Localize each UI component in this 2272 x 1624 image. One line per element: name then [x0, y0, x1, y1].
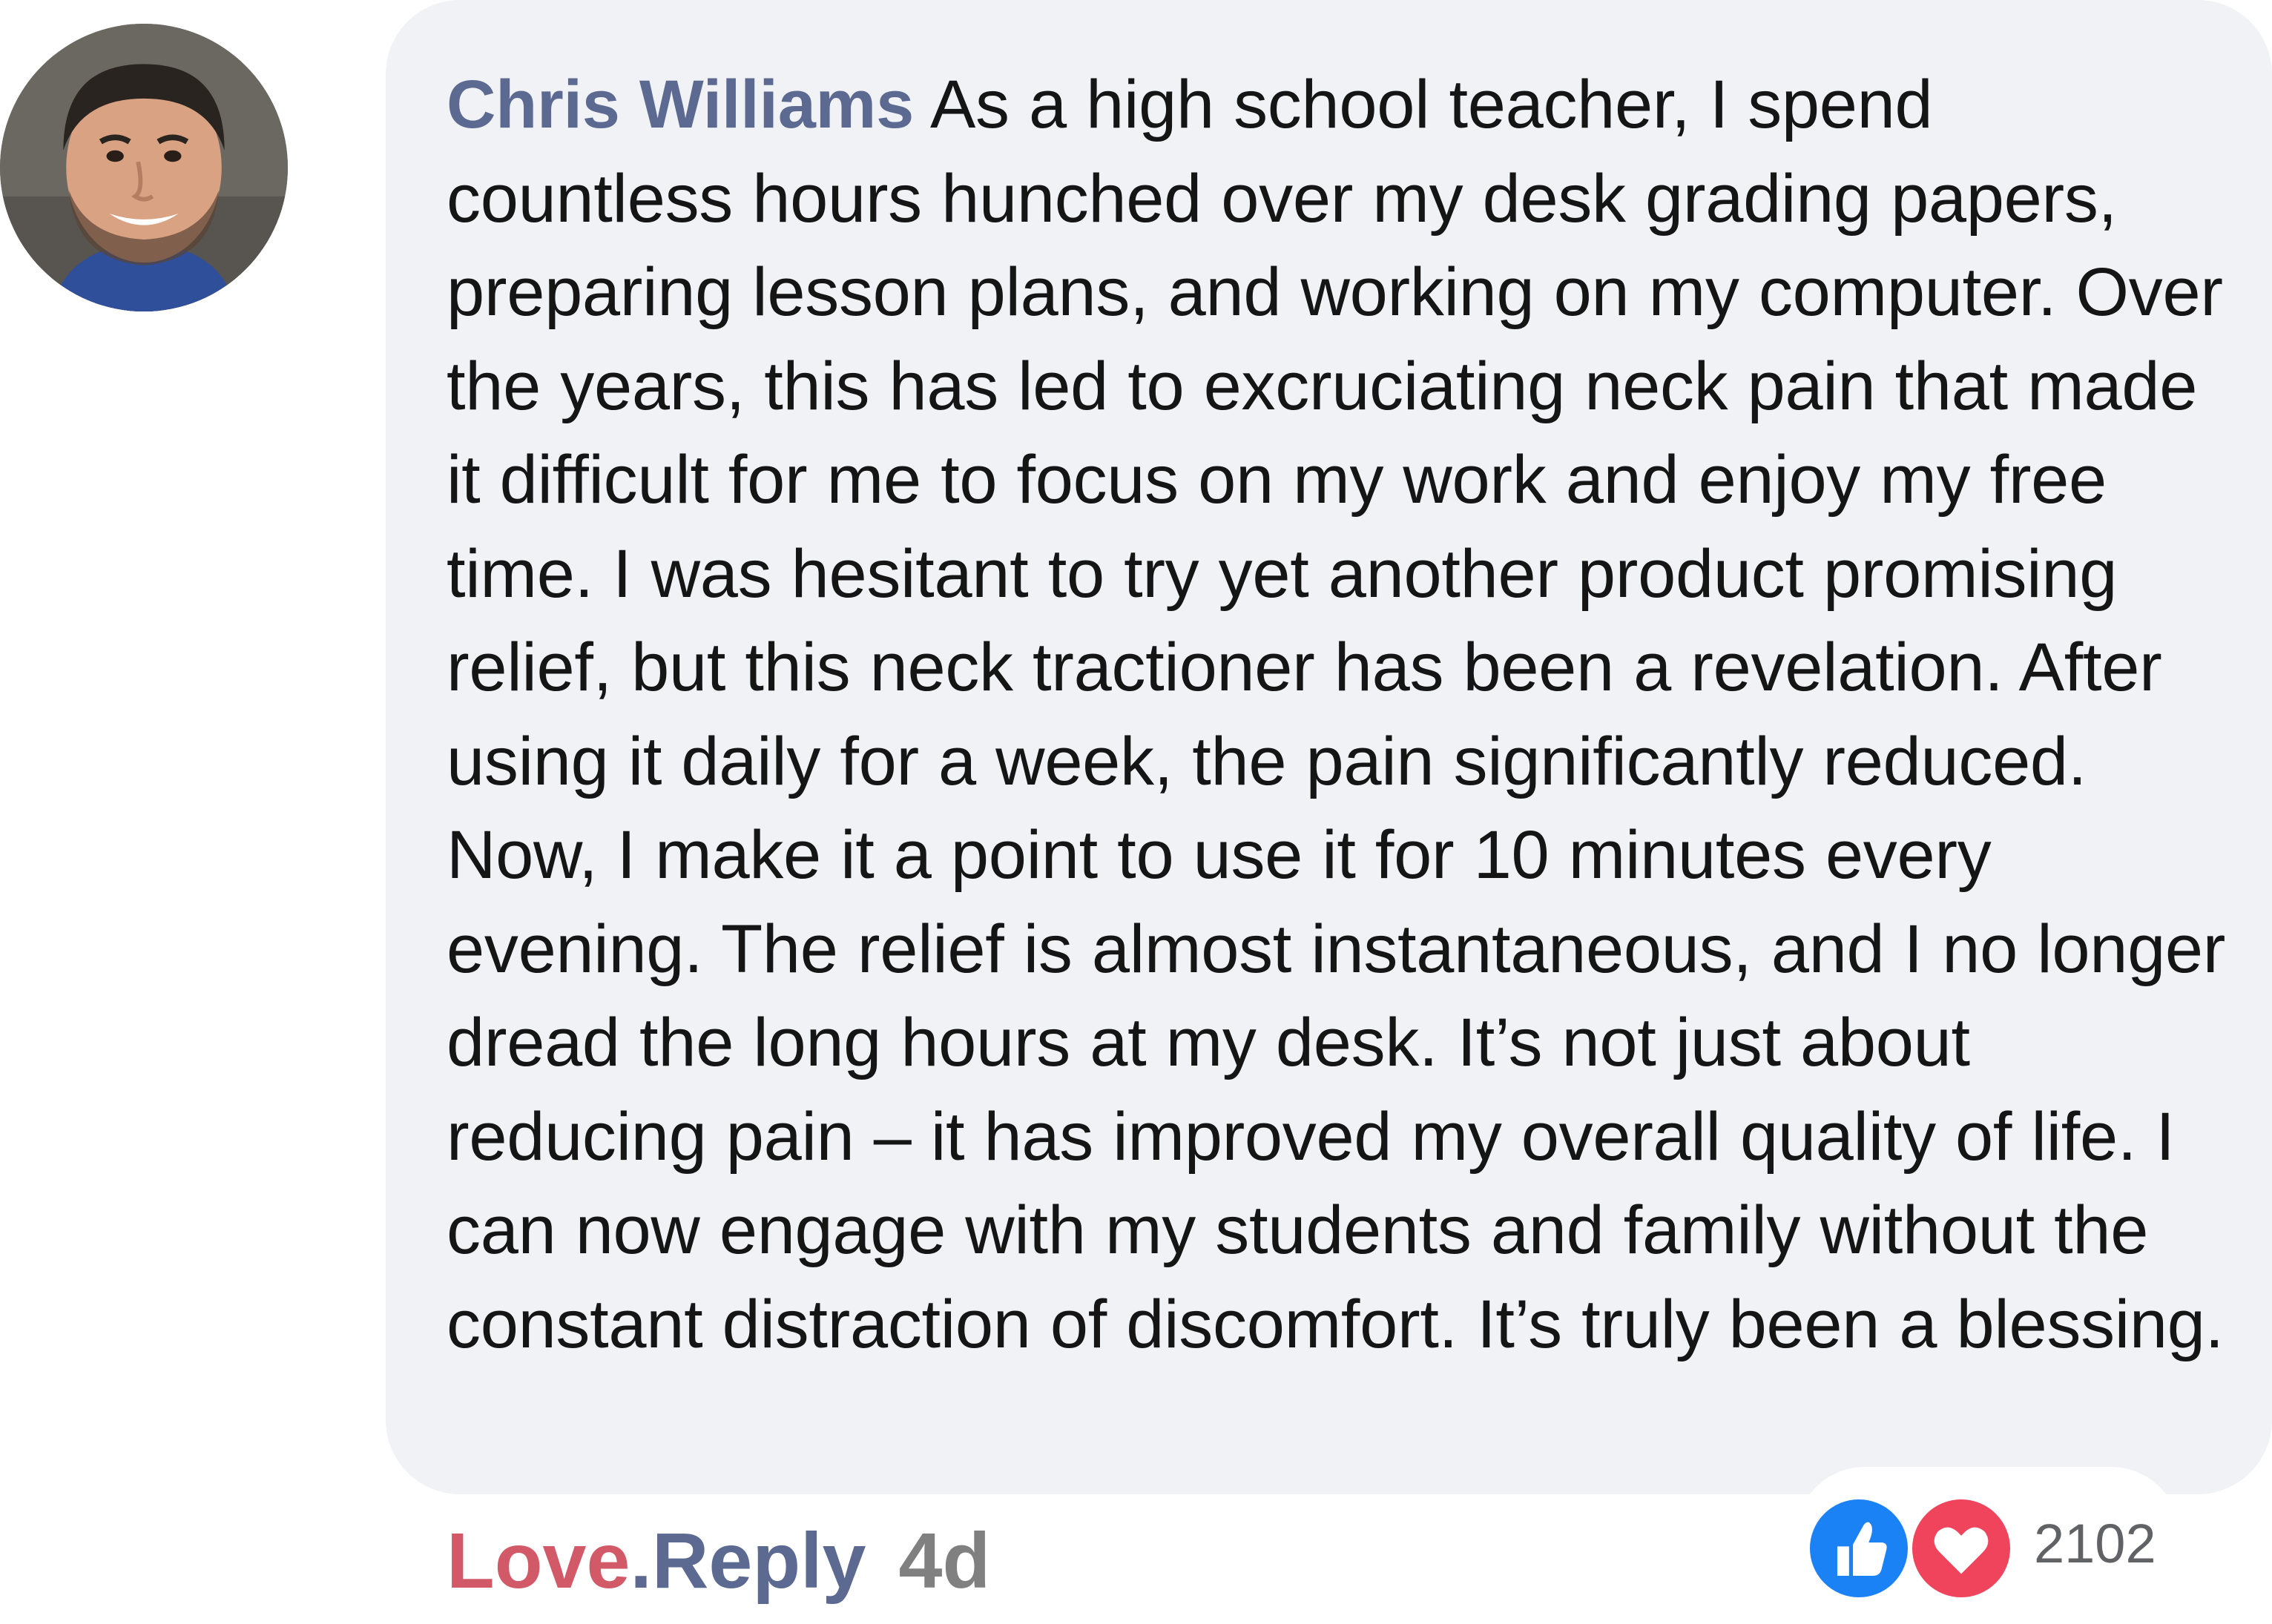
comment-actions: Love.Reply 4d — [447, 1516, 990, 1605]
reaction-count: 2102 — [2034, 1513, 2156, 1574]
reply-button[interactable]: .Reply — [630, 1517, 866, 1605]
comment-bubble: Chris Williams As a high school teacher, … — [386, 0, 2272, 1494]
avatar[interactable] — [0, 24, 288, 311]
love-button[interactable]: Love — [447, 1517, 630, 1605]
comment-timestamp[interactable]: 4d — [899, 1517, 991, 1605]
avatar-image — [0, 24, 288, 311]
comment-author[interactable]: Chris Williams — [447, 67, 914, 142]
like-icon — [1805, 1495, 1912, 1602]
comment-text: As a high school teacher, I spend countl… — [447, 67, 2226, 1362]
heart-icon — [1908, 1495, 2015, 1602]
comment-body: Chris Williams As a high school teacher, … — [447, 58, 2227, 1371]
